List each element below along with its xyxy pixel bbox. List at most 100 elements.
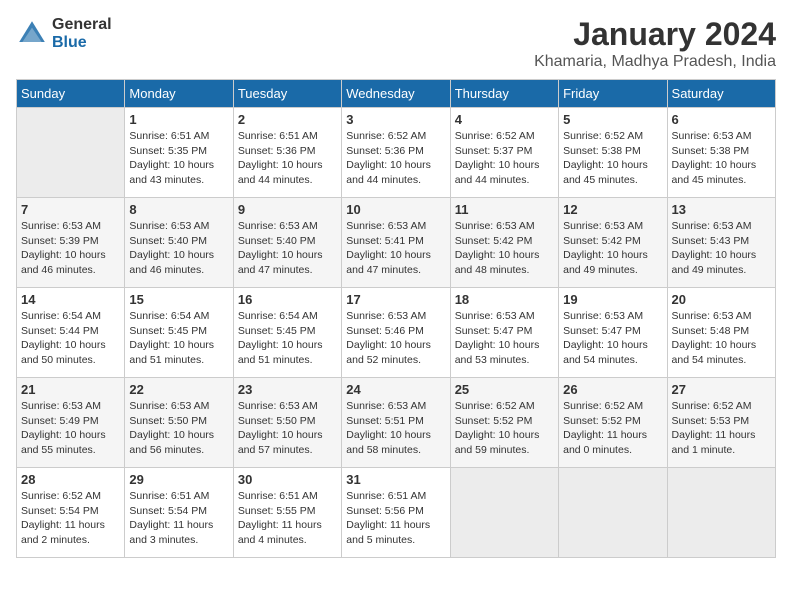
day-number: 13 — [672, 202, 771, 217]
day-number: 14 — [21, 292, 120, 307]
calendar-cell: 30Sunrise: 6:51 AM Sunset: 5:55 PM Dayli… — [233, 468, 341, 558]
day-info: Sunrise: 6:52 AM Sunset: 5:53 PM Dayligh… — [672, 399, 771, 458]
calendar-cell: 10Sunrise: 6:53 AM Sunset: 5:41 PM Dayli… — [342, 198, 450, 288]
calendar-cell: 6 Sunrise: 6:53 AM Sunset: 5:38 PM Daylig… — [667, 108, 775, 198]
day-number: 12 — [563, 202, 662, 217]
calendar-cell: 13Sunrise: 6:53 AM Sunset: 5:43 PM Dayli… — [667, 198, 775, 288]
day-number: 28 — [21, 472, 120, 487]
day-info: Sunrise: 6:53 AM Sunset: 5:42 PM Dayligh… — [455, 219, 554, 278]
day-info: Sunrise: 6:53 AM Sunset: 5:50 PM Dayligh… — [129, 399, 228, 458]
logo: General Blue — [16, 16, 112, 51]
day-number: 25 — [455, 382, 554, 397]
day-number: 26 — [563, 382, 662, 397]
day-info: Sunrise: 6:53 AM Sunset: 5:51 PM Dayligh… — [346, 399, 445, 458]
day-info: Sunrise: 6:53 AM Sunset: 5:39 PM Dayligh… — [21, 219, 120, 278]
header-monday: Monday — [125, 80, 233, 108]
header-wednesday: Wednesday — [342, 80, 450, 108]
day-info: Sunrise: 6:51 AM Sunset: 5:55 PM Dayligh… — [238, 489, 337, 548]
day-info: Sunrise: 6:52 AM Sunset: 5:52 PM Dayligh… — [563, 399, 662, 458]
calendar-cell — [450, 468, 558, 558]
day-number: 5 — [563, 112, 662, 127]
calendar-cell: 11 Sunrise: 6:53 AM Sunset: 5:42 PM Dayli… — [450, 198, 558, 288]
day-number: 2 — [238, 112, 337, 127]
day-number: 8 — [129, 202, 228, 217]
day-number: 18 — [455, 292, 554, 307]
day-number: 22 — [129, 382, 228, 397]
calendar-cell: 21 Sunrise: 6:53 AM Sunset: 5:49 PM Dayli… — [17, 378, 125, 468]
logo-general: General — [52, 16, 112, 33]
calendar-cell: 20Sunrise: 6:53 AM Sunset: 5:48 PM Dayli… — [667, 288, 775, 378]
day-info: Sunrise: 6:52 AM Sunset: 5:36 PM Dayligh… — [346, 129, 445, 188]
day-info: Sunrise: 6:52 AM Sunset: 5:38 PM Dayligh… — [563, 129, 662, 188]
day-number: 16 — [238, 292, 337, 307]
calendar-cell: 12 Sunrise: 6:53 AM Sunset: 5:42 PM Dayli… — [559, 198, 667, 288]
calendar-table: SundayMondayTuesdayWednesdayThursdayFrid… — [16, 79, 776, 558]
calendar-cell: 2 Sunrise: 6:51 AM Sunset: 5:36 PM Daylig… — [233, 108, 341, 198]
day-info: Sunrise: 6:51 AM Sunset: 5:56 PM Dayligh… — [346, 489, 445, 548]
calendar-cell: 28 Sunrise: 6:52 AM Sunset: 5:54 PM Dayli… — [17, 468, 125, 558]
calendar-cell: 29Sunrise: 6:51 AM Sunset: 5:54 PM Dayli… — [125, 468, 233, 558]
calendar-cell: 8 Sunrise: 6:53 AM Sunset: 5:40 PM Daylig… — [125, 198, 233, 288]
logo-icon — [16, 18, 48, 50]
day-number: 6 — [672, 112, 771, 127]
calendar-cell: 27 Sunrise: 6:52 AM Sunset: 5:53 PM Dayli… — [667, 378, 775, 468]
week-row-3: 21 Sunrise: 6:53 AM Sunset: 5:49 PM Dayli… — [17, 378, 776, 468]
day-number: 21 — [21, 382, 120, 397]
title-section: January 2024 Khamaria, Madhya Pradesh, I… — [534, 16, 776, 71]
week-row-2: 14 Sunrise: 6:54 AM Sunset: 5:44 PM Dayli… — [17, 288, 776, 378]
week-row-0: 1 Sunrise: 6:51 AM Sunset: 5:35 PM Daylig… — [17, 108, 776, 198]
calendar-cell: 25 Sunrise: 6:52 AM Sunset: 5:52 PM Dayli… — [450, 378, 558, 468]
day-info: Sunrise: 6:52 AM Sunset: 5:37 PM Dayligh… — [455, 129, 554, 188]
day-info: Sunrise: 6:53 AM Sunset: 5:47 PM Dayligh… — [455, 309, 554, 368]
day-info: Sunrise: 6:54 AM Sunset: 5:45 PM Dayligh… — [238, 309, 337, 368]
calendar-cell: 17Sunrise: 6:53 AM Sunset: 5:46 PM Dayli… — [342, 288, 450, 378]
day-number: 4 — [455, 112, 554, 127]
day-info: Sunrise: 6:53 AM Sunset: 5:49 PM Dayligh… — [21, 399, 120, 458]
calendar-cell: 31 Sunrise: 6:51 AM Sunset: 5:56 PM Dayli… — [342, 468, 450, 558]
calendar-cell: 1 Sunrise: 6:51 AM Sunset: 5:35 PM Daylig… — [125, 108, 233, 198]
week-row-4: 28 Sunrise: 6:52 AM Sunset: 5:54 PM Dayli… — [17, 468, 776, 558]
calendar-cell: 19Sunrise: 6:53 AM Sunset: 5:47 PM Dayli… — [559, 288, 667, 378]
calendar-body: 1 Sunrise: 6:51 AM Sunset: 5:35 PM Daylig… — [17, 108, 776, 558]
day-number: 19 — [563, 292, 662, 307]
calendar-cell: 26 Sunrise: 6:52 AM Sunset: 5:52 PM Dayli… — [559, 378, 667, 468]
day-number: 1 — [129, 112, 228, 127]
day-info: Sunrise: 6:54 AM Sunset: 5:45 PM Dayligh… — [129, 309, 228, 368]
calendar-cell: 5 Sunrise: 6:52 AM Sunset: 5:38 PM Daylig… — [559, 108, 667, 198]
calendar-cell: 22 Sunrise: 6:53 AM Sunset: 5:50 PM Dayli… — [125, 378, 233, 468]
day-info: Sunrise: 6:51 AM Sunset: 5:54 PM Dayligh… — [129, 489, 228, 548]
day-number: 7 — [21, 202, 120, 217]
day-number: 3 — [346, 112, 445, 127]
day-number: 10 — [346, 202, 445, 217]
day-number: 17 — [346, 292, 445, 307]
day-info: Sunrise: 6:53 AM Sunset: 5:38 PM Dayligh… — [672, 129, 771, 188]
day-info: Sunrise: 6:51 AM Sunset: 5:36 PM Dayligh… — [238, 129, 337, 188]
day-info: Sunrise: 6:52 AM Sunset: 5:52 PM Dayligh… — [455, 399, 554, 458]
calendar-cell: 24 Sunrise: 6:53 AM Sunset: 5:51 PM Dayli… — [342, 378, 450, 468]
day-number: 31 — [346, 472, 445, 487]
calendar-cell: 7 Sunrise: 6:53 AM Sunset: 5:39 PM Daylig… — [17, 198, 125, 288]
day-number: 23 — [238, 382, 337, 397]
week-row-1: 7 Sunrise: 6:53 AM Sunset: 5:39 PM Daylig… — [17, 198, 776, 288]
day-info: Sunrise: 6:53 AM Sunset: 5:40 PM Dayligh… — [129, 219, 228, 278]
day-number: 27 — [672, 382, 771, 397]
logo-blue: Blue — [52, 34, 87, 51]
calendar-cell — [559, 468, 667, 558]
day-number: 24 — [346, 382, 445, 397]
day-number: 20 — [672, 292, 771, 307]
header-sunday: Sunday — [17, 80, 125, 108]
header-tuesday: Tuesday — [233, 80, 341, 108]
day-info: Sunrise: 6:53 AM Sunset: 5:50 PM Dayligh… — [238, 399, 337, 458]
day-number: 11 — [455, 202, 554, 217]
calendar-cell: 9Sunrise: 6:53 AM Sunset: 5:40 PM Daylig… — [233, 198, 341, 288]
day-info: Sunrise: 6:53 AM Sunset: 5:42 PM Dayligh… — [563, 219, 662, 278]
day-info: Sunrise: 6:54 AM Sunset: 5:44 PM Dayligh… — [21, 309, 120, 368]
calendar-cell: 14 Sunrise: 6:54 AM Sunset: 5:44 PM Dayli… — [17, 288, 125, 378]
calendar-title: January 2024 — [534, 16, 776, 53]
day-info: Sunrise: 6:51 AM Sunset: 5:35 PM Dayligh… — [129, 129, 228, 188]
day-info: Sunrise: 6:52 AM Sunset: 5:54 PM Dayligh… — [21, 489, 120, 548]
page-header: General Blue January 2024 Khamaria, Madh… — [16, 16, 776, 71]
day-number: 15 — [129, 292, 228, 307]
calendar-subtitle: Khamaria, Madhya Pradesh, India — [534, 53, 776, 71]
day-info: Sunrise: 6:53 AM Sunset: 5:40 PM Dayligh… — [238, 219, 337, 278]
